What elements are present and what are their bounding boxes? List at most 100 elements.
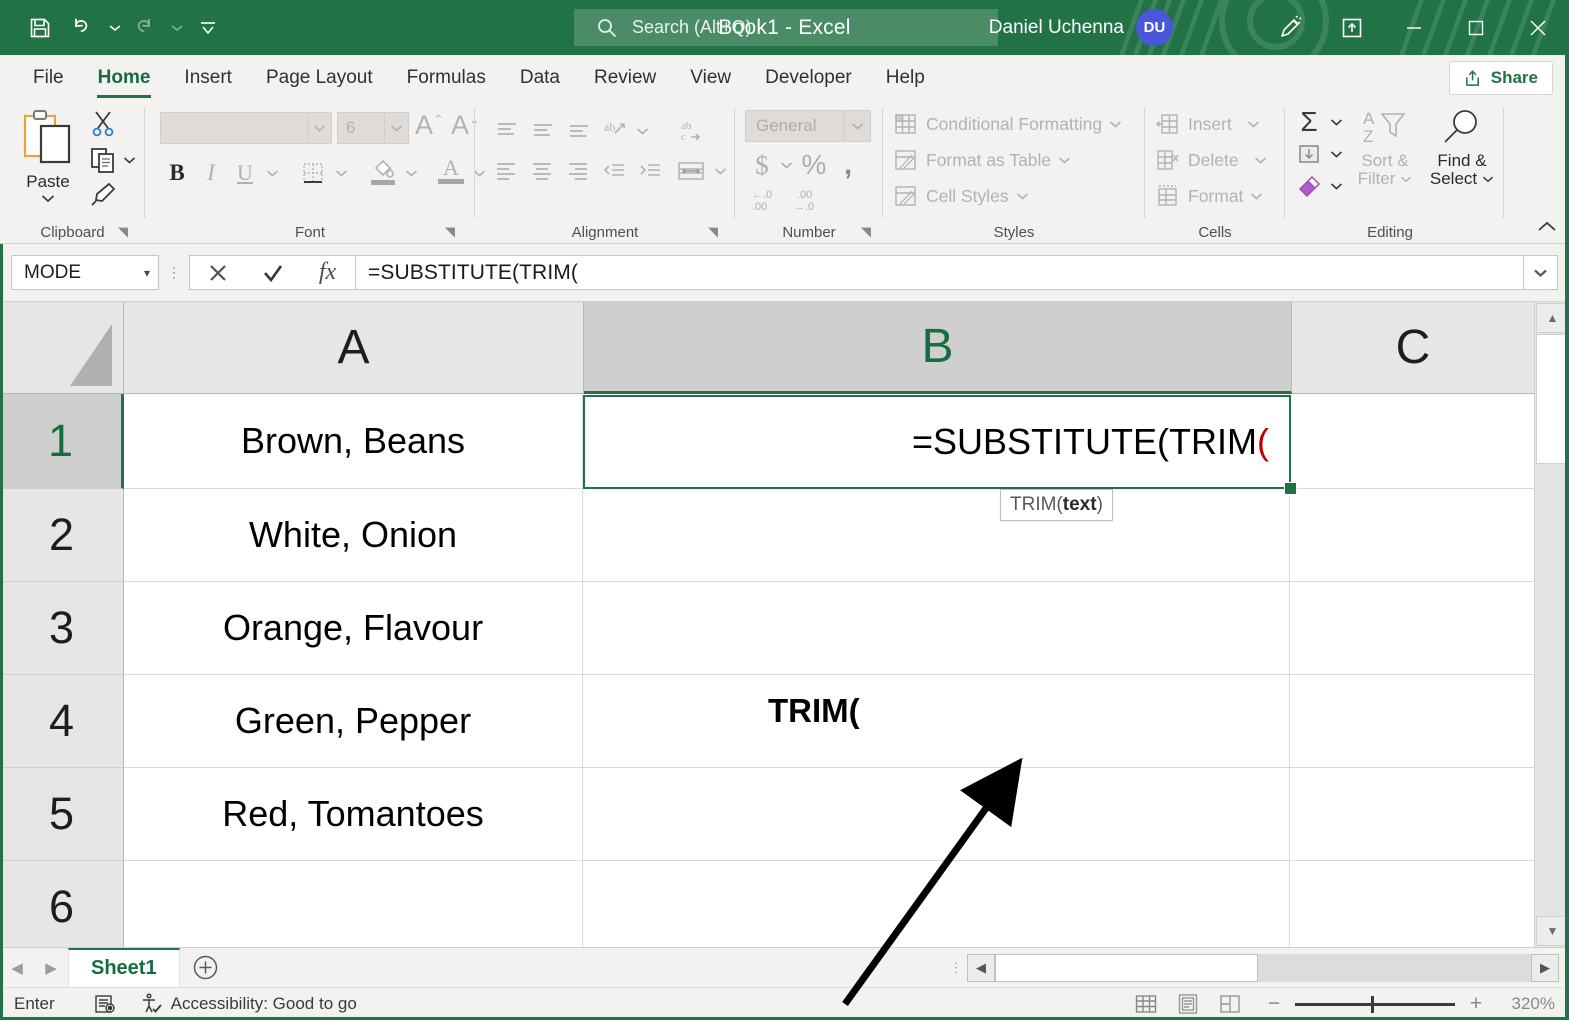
cell-c4[interactable]	[1290, 675, 1534, 767]
find-and-select-button[interactable]: Find & Select	[1421, 106, 1503, 188]
alignment-dialog-launcher-icon[interactable]: ◥	[708, 224, 718, 240]
horizontal-scroll-thumb[interactable]	[995, 954, 1258, 982]
increase-decimal-button[interactable]: .00 →.0	[789, 186, 829, 214]
font-dialog-launcher-icon[interactable]: ◥	[445, 224, 455, 240]
clear-button[interactable]	[1291, 170, 1327, 202]
undo-icon[interactable]	[62, 8, 106, 48]
number-format-select[interactable]: General	[745, 110, 845, 142]
font-name-dropdown-icon[interactable]	[308, 112, 332, 144]
row-header-4[interactable]: 4	[0, 675, 124, 768]
scroll-up-icon[interactable]: ▲	[1536, 303, 1569, 333]
tab-page-layout[interactable]: Page Layout	[249, 55, 390, 100]
row-header-3[interactable]: 3	[0, 582, 124, 675]
zoom-out-button[interactable]: −	[1265, 992, 1283, 1016]
format-cells-button[interactable]: Format	[1155, 180, 1263, 212]
column-header-b[interactable]: B	[584, 302, 1292, 394]
next-sheet-icon[interactable]: ▶	[34, 948, 68, 988]
cancel-button[interactable]	[190, 256, 245, 289]
vertical-scroll-thumb[interactable]	[1536, 334, 1569, 464]
redo-icon[interactable]	[124, 8, 168, 48]
scroll-down-icon[interactable]: ▼	[1536, 916, 1569, 946]
vertical-scrollbar[interactable]: ▲ ▼	[1534, 302, 1569, 947]
close-icon[interactable]	[1507, 0, 1569, 55]
align-center-button[interactable]	[525, 154, 561, 188]
name-box[interactable]: MODE ▾	[11, 255, 159, 290]
row-header-1[interactable]: 1	[0, 394, 124, 489]
maximize-icon[interactable]	[1445, 0, 1507, 55]
font-size-input[interactable]: 6	[337, 112, 385, 144]
cell-c2[interactable]	[1290, 489, 1534, 581]
column-header-c[interactable]: C	[1292, 302, 1535, 394]
chevron-down-icon[interactable]	[1016, 192, 1029, 200]
clear-dropdown-icon[interactable]	[1327, 170, 1345, 202]
cell-a5[interactable]: Red, Tomantoes	[124, 768, 583, 860]
tab-help[interactable]: Help	[869, 55, 942, 100]
decrease-decimal-button[interactable]: ←.0 .00	[747, 186, 787, 214]
increase-indent-button[interactable]	[633, 154, 669, 188]
copy-button[interactable]	[86, 144, 120, 176]
zoom-slider[interactable]	[1295, 1003, 1455, 1006]
chevron-down-icon[interactable]	[1482, 175, 1494, 183]
orientation-dropdown-icon[interactable]	[633, 114, 651, 148]
customize-quick-access-icon[interactable]	[186, 8, 230, 48]
accessibility-status[interactable]: Accessibility: Good to go	[139, 992, 357, 1016]
format-painter-button[interactable]	[86, 178, 120, 210]
merge-dropdown-icon[interactable]	[711, 154, 729, 188]
avatar[interactable]: DU	[1136, 9, 1173, 46]
cell-b2[interactable]	[583, 489, 1290, 581]
active-cell-editor[interactable]: =SUBSTITUTE(TRIM(	[583, 395, 1291, 489]
grow-font-icon[interactable]: A⌃	[415, 110, 444, 141]
number-format-dropdown-icon[interactable]	[845, 110, 871, 142]
tab-file[interactable]: File	[16, 55, 81, 100]
chevron-down-icon[interactable]	[1058, 156, 1071, 164]
sort-and-filter-button[interactable]: A Z Sort & Filter	[1349, 106, 1421, 188]
fill-button[interactable]	[1291, 138, 1327, 170]
tab-insert[interactable]: Insert	[167, 55, 249, 100]
formula-input[interactable]: =SUBSTITUTE(TRIM(	[356, 255, 1524, 290]
redo-dropdown-icon[interactable]	[168, 8, 186, 48]
accounting-format-button[interactable]: $	[747, 148, 777, 182]
tab-review[interactable]: Review	[577, 55, 673, 100]
pen-draw-icon[interactable]	[1259, 0, 1321, 55]
cell-a2[interactable]: White, Onion	[124, 489, 583, 581]
cell-a6[interactable]	[124, 861, 583, 953]
fill-dropdown-icon[interactable]	[1327, 138, 1345, 170]
cell-c1[interactable]	[1290, 394, 1534, 488]
comma-style-button[interactable]: ,	[833, 148, 863, 182]
tab-formulas[interactable]: Formulas	[390, 55, 503, 100]
insert-cells-button[interactable]: Insert	[1155, 108, 1260, 140]
percent-style-button[interactable]: %	[797, 148, 831, 182]
chevron-down-icon[interactable]	[1254, 156, 1267, 164]
tab-home[interactable]: Home	[81, 55, 168, 100]
chevron-down-icon[interactable]	[1109, 120, 1122, 128]
tab-view[interactable]: View	[673, 55, 748, 100]
underline-button[interactable]: U	[228, 156, 262, 190]
account-area[interactable]: Daniel Uchenna DU	[989, 0, 1173, 55]
ribbon-display-options-icon[interactable]	[1321, 0, 1383, 55]
zoom-in-button[interactable]: +	[1467, 992, 1485, 1016]
clipboard-dialog-launcher-icon[interactable]: ◥	[118, 224, 128, 240]
page-layout-view-button[interactable]	[1167, 988, 1209, 1020]
cell-a4[interactable]: Green, Pepper	[124, 675, 583, 767]
cut-button[interactable]	[86, 108, 120, 140]
tab-developer[interactable]: Developer	[748, 55, 869, 100]
zoom-slider-handle[interactable]	[1371, 996, 1374, 1013]
italic-button[interactable]: I	[194, 156, 228, 190]
paste-button[interactable]: Paste	[12, 108, 84, 216]
paste-dropdown-icon[interactable]	[41, 194, 55, 203]
scroll-right-icon[interactable]: ▶	[1531, 954, 1559, 982]
chevron-down-icon[interactable]	[1247, 120, 1260, 128]
cell-a1[interactable]: Brown, Beans	[124, 394, 583, 488]
cell-b5[interactable]	[583, 768, 1290, 860]
merge-center-button[interactable]	[671, 154, 711, 188]
underline-dropdown-icon[interactable]	[262, 156, 282, 190]
search-input[interactable]: Search (Alt+Q)	[574, 9, 998, 46]
normal-view-button[interactable]	[1125, 988, 1167, 1020]
cell-b4[interactable]	[583, 675, 1290, 767]
minimize-icon[interactable]	[1383, 0, 1445, 55]
formula-bar-splitter[interactable]: ⋮	[159, 270, 189, 275]
align-left-button[interactable]	[489, 154, 525, 188]
orientation-button[interactable]: ab	[597, 114, 633, 148]
tab-data[interactable]: Data	[503, 55, 577, 100]
align-top-button[interactable]	[489, 114, 525, 148]
